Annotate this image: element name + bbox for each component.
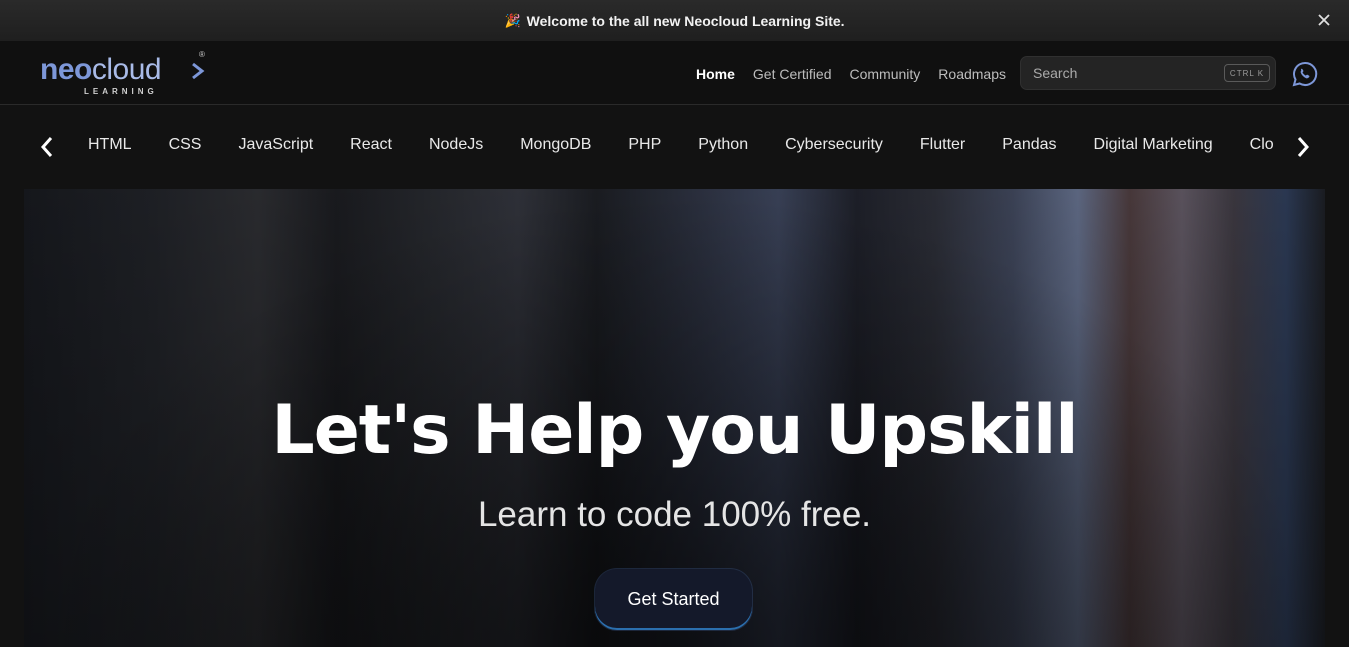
topic-python[interactable]: Python [698,136,748,154]
hero-title: Let's Help you Upskill [271,391,1078,470]
logo[interactable]: neocloud ® LEARNING [40,49,220,99]
announcement-text: Welcome to the all new Neocloud Learning… [526,12,845,29]
topic-css[interactable]: CSS [169,136,202,154]
search-box[interactable]: CTRL K [1020,56,1276,90]
topic-carousel: HTML CSS JavaScript React NodeJs MongoDB PHP Py… [0,106,1349,189]
topic-cloud[interactable]: Clo [1250,136,1274,154]
get-started-button[interactable]: Get Started [595,569,752,630]
topic-nodejs[interactable]: NodeJs [429,136,483,154]
registered-mark: ® [199,50,205,59]
topic-flutter[interactable]: Flutter [920,136,965,154]
topic-cybersecurity[interactable]: Cybersecurity [785,136,883,154]
nav-home[interactable]: Home [696,66,735,82]
party-icon: 🎉 [504,12,521,28]
logo-wordmark: neocloud [40,53,162,87]
hero-subtitle: Learn to code 100% free. [477,495,872,534]
announcement-bar: 🎉 Welcome to the all new Neocloud Learni… [0,0,1349,41]
main-nav: Home Get Certified Community Roadmaps [696,66,1006,82]
close-icon[interactable] [1315,11,1333,29]
topic-pandas[interactable]: Pandas [1002,136,1056,154]
topic-list: HTML CSS JavaScript React NodeJs MongoDB PHP Py… [88,136,1282,160]
search-input[interactable] [1031,63,1221,83]
chevron-right-icon[interactable] [1292,134,1314,160]
whatsapp-icon[interactable] [1291,60,1319,88]
logo-chevron-icon [192,62,205,80]
topic-javascript[interactable]: JavaScript [238,136,313,154]
topic-digital-marketing[interactable]: Digital Marketing [1094,136,1213,154]
topic-react[interactable]: React [350,136,392,154]
site-header: neocloud ® LEARNING Home Get Certified C… [0,41,1349,105]
chevron-left-icon[interactable] [36,134,58,160]
logo-word-neo: neo [40,53,92,86]
logo-word-cloud: cloud [91,53,162,86]
hero-banner: Let's Help you Upskill Learn to code 100… [24,189,1325,647]
topic-mongodb[interactable]: MongoDB [520,136,591,154]
nav-roadmaps[interactable]: Roadmaps [938,66,1006,82]
nav-community[interactable]: Community [850,66,921,82]
topic-php[interactable]: PHP [628,136,661,154]
keyboard-shortcut-badge: CTRL K [1224,64,1270,82]
nav-get-certified[interactable]: Get Certified [753,66,832,82]
logo-tagline: LEARNING [84,87,158,96]
topic-html[interactable]: HTML [88,136,132,154]
